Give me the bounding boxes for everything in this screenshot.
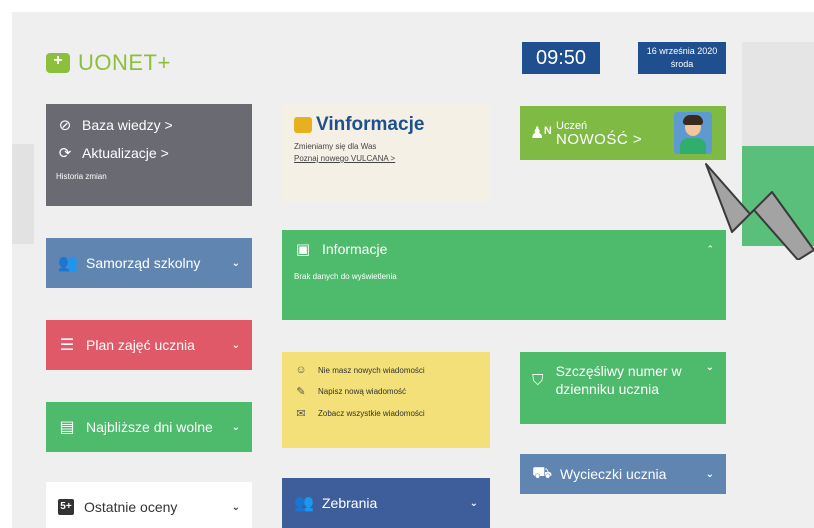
clock-time: 09:50 [535,46,587,69]
vinformacje-link[interactable]: Poznaj nowego VULCANA > [294,154,478,163]
aktualizacje-link[interactable]: ⟳ Aktualizacje > [56,144,242,162]
grade-icon: 5+ [58,499,74,515]
vinformacje-tile: Vinformacje Zmieniamy się dla Was Poznaj… [282,104,490,202]
chevron-down-icon: ⌄ [231,501,240,513]
inbox-icon: ☺ [295,364,307,376]
ostatnie-oceny-tile[interactable]: 5+ Ostatnie oceny ⌄ [46,482,252,528]
shield-icon: ⛉ [532,372,544,389]
chevron-down-icon: ⌄ [705,362,714,373]
date-box: 16 września 2020 środa [638,42,726,74]
group-icon: 👥 [58,255,78,272]
left-edge-panel [12,144,34,244]
historia-zmian-link[interactable]: Historia zmian [56,172,242,181]
see-all-messages-link[interactable]: ✉ Zobacz wszystkie wiadomości [294,407,478,420]
envelope-icon: ✉ [296,408,306,420]
no-new-messages-label: Nie masz nowych wiadomości [318,365,425,375]
pointer-arrow-icon [705,163,814,260]
aktualizacje-label: Aktualizacje > [82,145,169,161]
vinformacje-title-text: Vinformacje [316,114,425,135]
baza-wiedzy-label: Baza wiedzy > [82,117,173,133]
uczen-nowosc-tile[interactable]: ♟ᴺ Uczeń NOWOŚĆ > [520,106,726,160]
chevron-down-icon: ⌄ [231,421,240,433]
informacje-header[interactable]: ▣ Informacje ⌃ [282,230,726,268]
dni-wolne-tile[interactable]: ▤ Najbliższe dni wolne ⌄ [46,402,252,452]
student-icon: ♟ᴺ [530,125,552,142]
clock: 09:50 [522,42,600,74]
bus-icon: ⛟ [532,465,553,482]
vinformacje-title: Vinformacje [294,114,478,136]
info-icon: ▣ [295,241,311,258]
zebrania-label: Zebrania [322,495,378,511]
write-message-label: Napisz nową wiadomość [318,387,407,396]
schedule-icon: ☰ [59,337,75,354]
calendar-icon: ▤ [59,419,75,436]
chevron-down-icon: ⌄ [231,339,240,351]
logo-text: UONET+ [78,50,171,75]
szczesliwy-numer-label: Szczęśliwy numer w dzienniku ucznia [555,363,682,397]
chevron-down-icon: ⌄ [469,497,478,509]
samorzad-szkolny-tile[interactable]: 👥 Samorząd szkolny ⌄ [46,238,252,288]
meeting-icon: 👥 [294,495,314,512]
baza-wiedzy-link[interactable]: ⊘ Baza wiedzy > [56,116,242,134]
zebrania-tile[interactable]: 👥 Zebrania ⌄ [282,478,490,528]
informacje-empty-text: Brak danych do wyświetlenia [294,272,397,281]
plus-icon [46,52,70,73]
informacje-tile: ▣ Informacje ⌃ Brak danych do wyświetlen… [282,230,726,320]
messages-tile: ☺ Nie masz nowych wiadomości ✎ Napisz no… [282,352,490,448]
logo[interactable]: UONET+ [46,50,171,76]
samorzad-label: Samorząd szkolny [86,255,201,271]
compass-icon: ⊘ [58,117,72,134]
page-background: UONET+ 09:50 16 września 2020 środa ⊘ Ba… [12,12,814,528]
write-message-link[interactable]: ✎ Napisz nową wiadomość [294,385,478,398]
szczesliwy-numer-tile[interactable]: ⛉ Szczęśliwy numer w dzienniku ucznia ⌄ [520,352,726,424]
date-text: 16 września 2020 [646,46,718,56]
refresh-icon: ⟳ [58,145,72,162]
wycieczki-tile[interactable]: ⛟ Wycieczki ucznia ⌄ [520,454,726,494]
chevron-down-icon: ⌄ [705,468,714,480]
vinformacje-subtitle: Zmieniamy się dla Was [294,142,377,151]
plan-zajec-tile[interactable]: ☰ Plan zajęć ucznia ⌄ [46,320,252,370]
pencil-icon: ✎ [296,386,306,398]
no-new-messages: ☺ Nie masz nowych wiadomości [294,364,478,376]
wycieczki-label: Wycieczki ucznia [560,466,667,482]
vinformacje-icon [294,117,312,133]
see-all-messages-label: Zobacz wszystkie wiadomości [318,409,425,418]
informacje-title: Informacje [322,241,388,257]
chevron-down-icon: ⌄ [231,257,240,269]
oceny-label: Ostatnie oceny [84,499,178,515]
uczen-text: Uczeń NOWOŚĆ > [556,120,643,148]
dni-wolne-label: Najbliższe dni wolne [86,419,213,435]
weekday-text: środa [670,59,694,69]
student-avatar-icon [674,112,712,154]
uczen-subtitle: NOWOŚĆ > [556,131,643,148]
plan-label: Plan zajęć ucznia [86,337,195,353]
knowledge-base-tile: ⊘ Baza wiedzy > ⟳ Aktualizacje > Histori… [46,104,252,206]
